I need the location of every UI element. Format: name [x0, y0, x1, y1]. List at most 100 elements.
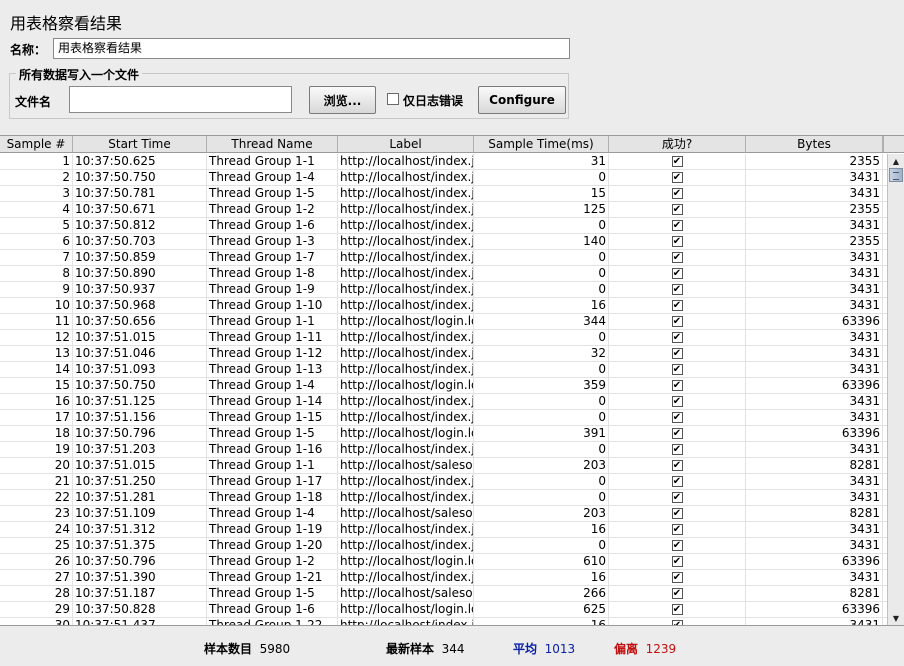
cell-thread-name: Thread Group 1-5: [207, 426, 338, 441]
cell-label: http://localhost/salesor...: [340, 458, 474, 473]
cell-sample-number: 6: [0, 234, 73, 249]
column-header-label[interactable]: Label: [338, 136, 474, 152]
table-row[interactable]: 27 10:37:51.390 Thread Group 1-21 http://lo…: [0, 570, 887, 586]
cell-thread-name: Thread Group 1-1: [207, 458, 338, 473]
cell-start-time: 10:37:50.656: [73, 314, 207, 329]
cell-bytes: 3431: [746, 538, 883, 553]
column-header-bytes[interactable]: Bytes: [746, 136, 883, 152]
window-title: 用表格察看结果: [10, 14, 123, 33]
table-row[interactable]: 18 10:37:50.796 Thread Group 1-5 http://loc…: [0, 426, 887, 442]
cell-start-time: 10:37:51.203: [73, 442, 207, 457]
table-row[interactable]: 12 10:37:51.015 Thread Group 1-11 http://lo…: [0, 330, 887, 346]
table-row[interactable]: 25 10:37:51.375 Thread Group 1-20 http://lo…: [0, 538, 887, 554]
cell-label: http://localhost/login.lo...: [338, 426, 474, 441]
table-row[interactable]: 14 10:37:51.093 Thread Group 1-13 http://lo…: [0, 362, 887, 378]
cell-sample-time: 15: [474, 186, 609, 201]
table-row[interactable]: 2 10:37:50.750 Thread Group 1-4 http://loca…: [0, 170, 887, 186]
cell-sample-number: 2: [0, 170, 73, 185]
table-row[interactable]: 24 10:37:51.312 Thread Group 1-19 http://lo…: [0, 522, 887, 538]
cell-sample-number: 30: [0, 618, 73, 625]
column-header-thread-name[interactable]: Thread Name: [207, 136, 338, 152]
table-row[interactable]: 15 10:37:50.750 Thread Group 1-4 http://loc…: [0, 378, 887, 394]
vertical-scrollbar[interactable]: ▲ ▼: [887, 154, 904, 625]
cell-start-time: 10:37:51.015: [73, 330, 207, 345]
table-row[interactable]: 20 10:37:51.015 Thread Group 1-1 http://loc…: [0, 458, 887, 474]
cell-label: http://localhost/index.jsp: [340, 170, 474, 185]
cell-label: http://localhost/index.jsp: [340, 490, 474, 505]
cell-sample-time: 0: [474, 170, 609, 185]
cell-sample-number: 21: [0, 474, 73, 489]
table-row[interactable]: 28 10:37:51.187 Thread Group 1-5 http://loc…: [0, 586, 887, 602]
table-header-corner: [883, 136, 904, 153]
cell-sample-number: 27: [0, 570, 73, 585]
results-table: Sample # Start Time Thread Name Label Sa…: [0, 135, 904, 626]
table-row[interactable]: 3 10:37:50.781 Thread Group 1-5 http://loca…: [0, 186, 887, 202]
cell-bytes: 2355: [746, 154, 883, 169]
cell-sample-time: 140: [474, 234, 609, 249]
table-row[interactable]: 23 10:37:51.109 Thread Group 1-4 http://loc…: [0, 506, 887, 522]
cell-label: http://localhost/index.jsp: [340, 234, 474, 249]
column-header-sample-time[interactable]: Sample Time(ms): [474, 136, 609, 152]
table-row[interactable]: 9 10:37:50.937 Thread Group 1-9 http://loca…: [0, 282, 887, 298]
table-row[interactable]: 26 10:37:50.796 Thread Group 1-2 http://loc…: [0, 554, 887, 570]
table-row[interactable]: 21 10:37:51.250 Thread Group 1-17 http://lo…: [0, 474, 887, 490]
cell-sample-number: 20: [0, 458, 73, 473]
table-row[interactable]: 8 10:37:50.890 Thread Group 1-8 http://loca…: [0, 266, 887, 282]
check-icon: ✔: [671, 220, 683, 231]
table-row[interactable]: 30 10:37:51.437 Thread Group 1-22 http://lo…: [0, 618, 887, 625]
configure-button[interactable]: Configure: [478, 86, 566, 114]
arrow-up-icon[interactable]: ▲: [888, 154, 904, 168]
cell-label: http://localhost/index.jsp: [340, 538, 474, 553]
table-row[interactable]: 7 10:37:50.859 Thread Group 1-7 http://loca…: [0, 250, 887, 266]
table-row[interactable]: 10 10:37:50.968 Thread Group 1-10 http://lo…: [0, 298, 887, 314]
cell-sample-number: 11: [0, 314, 73, 329]
name-field[interactable]: 用表格察看结果: [53, 38, 570, 59]
cell-success: ✔: [609, 394, 746, 409]
cell-sample-time: 16: [474, 570, 609, 585]
table-row[interactable]: 1 10:37:50.625 Thread Group 1-1 http://loca…: [0, 154, 887, 170]
table-row[interactable]: 22 10:37:51.281 Thread Group 1-18 http://lo…: [0, 490, 887, 506]
cell-sample-time: 0: [474, 362, 609, 377]
column-header-sample[interactable]: Sample #: [0, 136, 73, 152]
cell-thread-name: Thread Group 1-1: [207, 154, 338, 169]
cell-success: ✔: [609, 458, 746, 473]
table-row[interactable]: 17 10:37:51.156 Thread Group 1-15 http://lo…: [0, 410, 887, 426]
cell-sample-number: 24: [0, 522, 73, 537]
cell-success: ✔: [609, 506, 746, 521]
cell-success: ✔: [609, 474, 746, 489]
scrollbar-thumb[interactable]: [889, 168, 903, 182]
table-row[interactable]: 29 10:37:50.828 Thread Group 1-6 http://loc…: [0, 602, 887, 618]
table-row[interactable]: 6 10:37:50.703 Thread Group 1-3 http://loca…: [0, 234, 887, 250]
cell-label: http://localhost/index.jsp: [340, 250, 474, 265]
browse-button[interactable]: 浏览...: [309, 86, 376, 114]
cell-success: ✔: [609, 410, 746, 425]
check-icon: ✔: [671, 380, 683, 391]
file-name-field[interactable]: [69, 86, 292, 113]
cell-thread-name: Thread Group 1-12: [207, 346, 338, 361]
table-row[interactable]: 16 10:37:51.125 Thread Group 1-14 http://lo…: [0, 394, 887, 410]
check-icon: ✔: [671, 524, 683, 535]
cell-bytes: 3431: [746, 170, 883, 185]
cell-sample-time: 0: [474, 442, 609, 457]
column-header-start-time[interactable]: Start Time: [73, 136, 207, 152]
table-row[interactable]: 19 10:37:51.203 Thread Group 1-16 http://lo…: [0, 442, 887, 458]
cell-sample-time: 0: [474, 410, 609, 425]
table-row[interactable]: 5 10:37:50.812 Thread Group 1-6 http://loca…: [0, 218, 887, 234]
table-row[interactable]: 13 10:37:51.046 Thread Group 1-12 http://lo…: [0, 346, 887, 362]
column-header-success[interactable]: 成功?: [609, 136, 746, 152]
cell-sample-time: 359: [474, 378, 609, 393]
cell-start-time: 10:37:51.312: [73, 522, 207, 537]
cell-label: http://localhost/index.jsp: [340, 282, 474, 297]
arrow-down-icon[interactable]: ▼: [888, 611, 904, 625]
cell-sample-number: 28: [0, 586, 73, 601]
cell-label: http://localhost/login.lo...: [338, 554, 474, 569]
cell-sample-time: 125: [474, 202, 609, 217]
cell-start-time: 10:37:51.156: [73, 410, 207, 425]
check-icon: ✔: [671, 572, 683, 583]
cell-success: ✔: [609, 442, 746, 457]
table-row[interactable]: 4 10:37:50.671 Thread Group 1-2 http://loca…: [0, 202, 887, 218]
cell-bytes: 3431: [746, 330, 883, 345]
cell-sample-time: 610: [474, 554, 609, 569]
errors-only-checkbox[interactable]: [387, 93, 399, 105]
table-row[interactable]: 11 10:37:50.656 Thread Group 1-1 http://loc…: [0, 314, 887, 330]
